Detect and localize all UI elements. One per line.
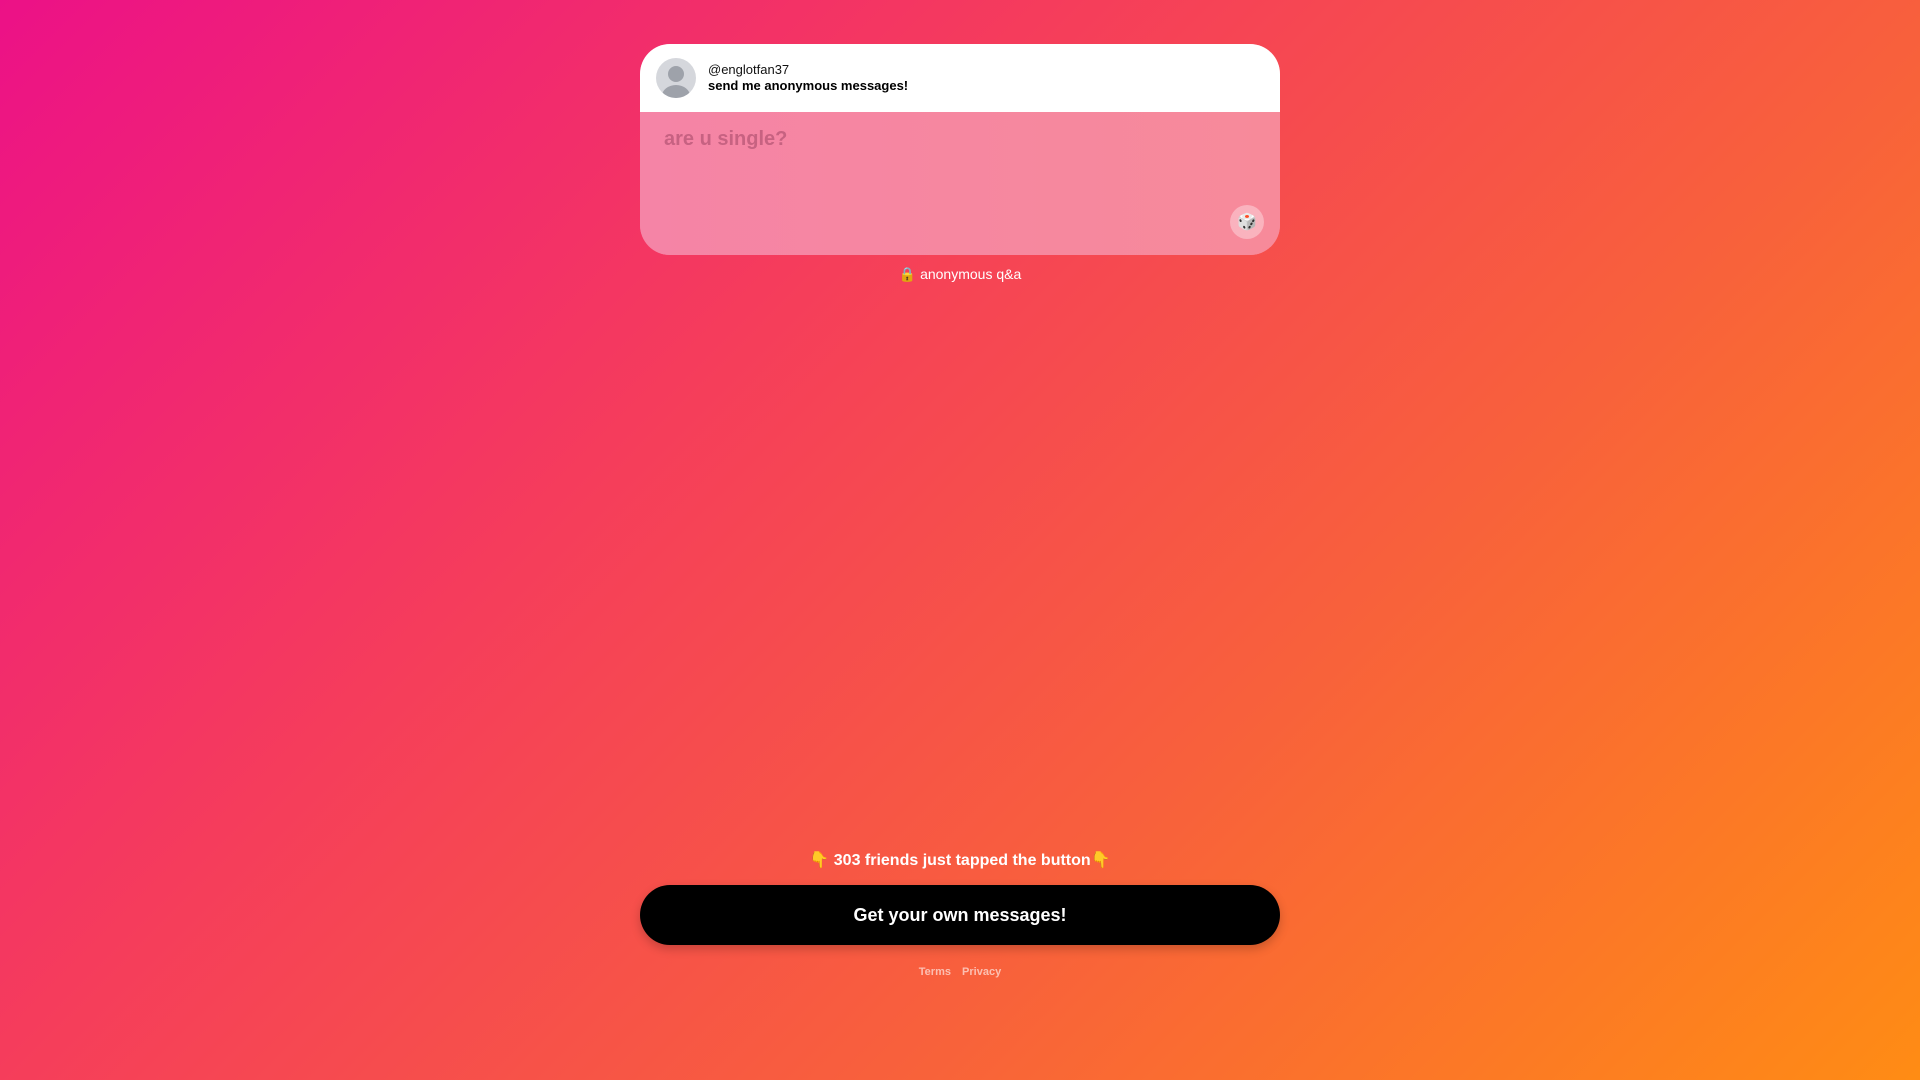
prompt-title: send me anonymous messages!: [708, 78, 909, 93]
friends-count-text: 303 friends just tapped the button: [833, 852, 1091, 869]
anonymous-label: 🔒 anonymous q&a: [640, 266, 1280, 283]
footer-links: Terms Privacy: [640, 966, 1280, 978]
anonymous-label-text: anonymous q&a: [920, 266, 1022, 282]
privacy-link[interactable]: Privacy: [962, 966, 1001, 978]
pointing-down-icon-right: 👇: [1090, 852, 1111, 869]
avatar: [656, 58, 696, 98]
message-input[interactable]: [640, 112, 1280, 255]
dice-icon: 🎲: [1237, 214, 1257, 231]
card-header: @englotfan37 send me anonymous messages!: [640, 44, 1280, 112]
random-question-button[interactable]: 🎲: [1230, 205, 1264, 239]
resize-handle[interactable]: [1269, 244, 1278, 253]
terms-link[interactable]: Terms: [919, 966, 951, 978]
avatar-head: [668, 66, 684, 82]
lock-icon: 🔒: [898, 266, 917, 282]
header-text: @englotfan37 send me anonymous messages!: [708, 62, 908, 94]
question-card: @englotfan37 send me anonymous messages!…: [640, 44, 1280, 255]
get-messages-button[interactable]: Get your own messages!: [640, 885, 1280, 945]
pointing-down-icon: 👇: [809, 852, 830, 869]
message-area: 🎲: [640, 112, 1280, 255]
friends-count: 👇 303 friends just tapped the button👇: [640, 850, 1280, 870]
avatar-shoulders: [662, 85, 690, 98]
username: @englotfan37: [708, 62, 790, 77]
